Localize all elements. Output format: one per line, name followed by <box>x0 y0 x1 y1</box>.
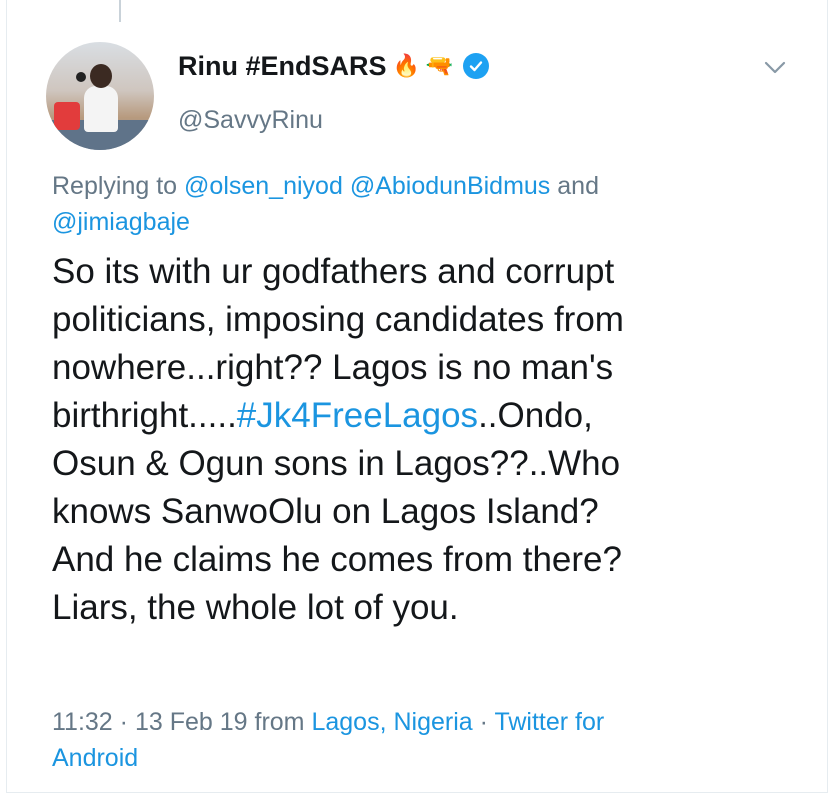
tweet-date[interactable]: 13 Feb 19 <box>135 708 248 736</box>
tweet-text-segment: ..Ondo, <box>478 396 593 435</box>
replying-to: Replying to @olsen_niyod @AbiodunBidmus … <box>52 168 792 240</box>
mention-link[interactable]: @jimiagbaje <box>52 208 190 236</box>
avatar-microphone <box>76 72 86 82</box>
avatar-head <box>90 64 112 88</box>
avatar-red-sign <box>54 102 80 130</box>
tweet-text-line: So its with ur godfathers and corrupt <box>52 252 615 291</box>
tweet-text-line: And he claims he comes from there? <box>52 540 622 579</box>
separator-dot: · <box>479 708 488 736</box>
tweet-text-line: knows SanwoOlu on Lagos Island? <box>52 492 599 531</box>
mentions-joiner: and <box>557 172 599 200</box>
source-line1: Twitter for <box>494 708 605 736</box>
fire-emoji: 🔥 <box>392 53 420 78</box>
hashtag-link[interactable]: #Jk4FreeLagos <box>237 396 478 435</box>
author-name-row[interactable]: Rinu #EndSARS 🔥 🔫 <box>178 48 490 84</box>
verified-badge-icon <box>463 53 490 79</box>
chevron-down-icon[interactable] <box>762 58 788 78</box>
water-gun-emoji: 🔫 <box>425 53 454 78</box>
avatar[interactable] <box>46 42 154 150</box>
tweet-time[interactable]: 11:32 <box>52 708 113 736</box>
tweet-text: So its with ur godfathers and corrupt po… <box>52 248 812 632</box>
tweet-text-line: Liars, the whole lot of you. <box>52 588 459 627</box>
tweet-text-line: nowhere...right?? Lagos is no man's <box>52 348 614 387</box>
tweet-metadata: 11:32 · 13 Feb 19 from Lagos, Nigeria · … <box>52 704 792 776</box>
source-line2: Android <box>52 744 139 772</box>
tweet-text-line: birthright.....#Jk4FreeLagos..Ondo, <box>52 392 812 440</box>
separator-dot: · <box>119 708 128 736</box>
mention-link[interactable]: @AbiodunBidmus <box>350 172 551 200</box>
location-link[interactable]: Lagos, Nigeria <box>311 708 472 736</box>
thread-connector-line <box>119 0 121 22</box>
tweet-text-line: Osun & Ogun sons in Lagos??..Who <box>52 444 621 483</box>
mention-link[interactable]: @olsen_niyod <box>184 172 343 200</box>
user-handle[interactable]: @SavvyRinu <box>178 106 323 135</box>
display-name[interactable]: Rinu #EndSARS <box>178 51 387 82</box>
avatar-person <box>84 86 118 132</box>
replying-prefix: Replying to <box>52 172 178 200</box>
from-word: from <box>254 708 305 736</box>
tweet-text-segment: birthright..... <box>52 396 237 435</box>
tweet-text-line: politicians, imposing candidates from <box>52 300 624 339</box>
